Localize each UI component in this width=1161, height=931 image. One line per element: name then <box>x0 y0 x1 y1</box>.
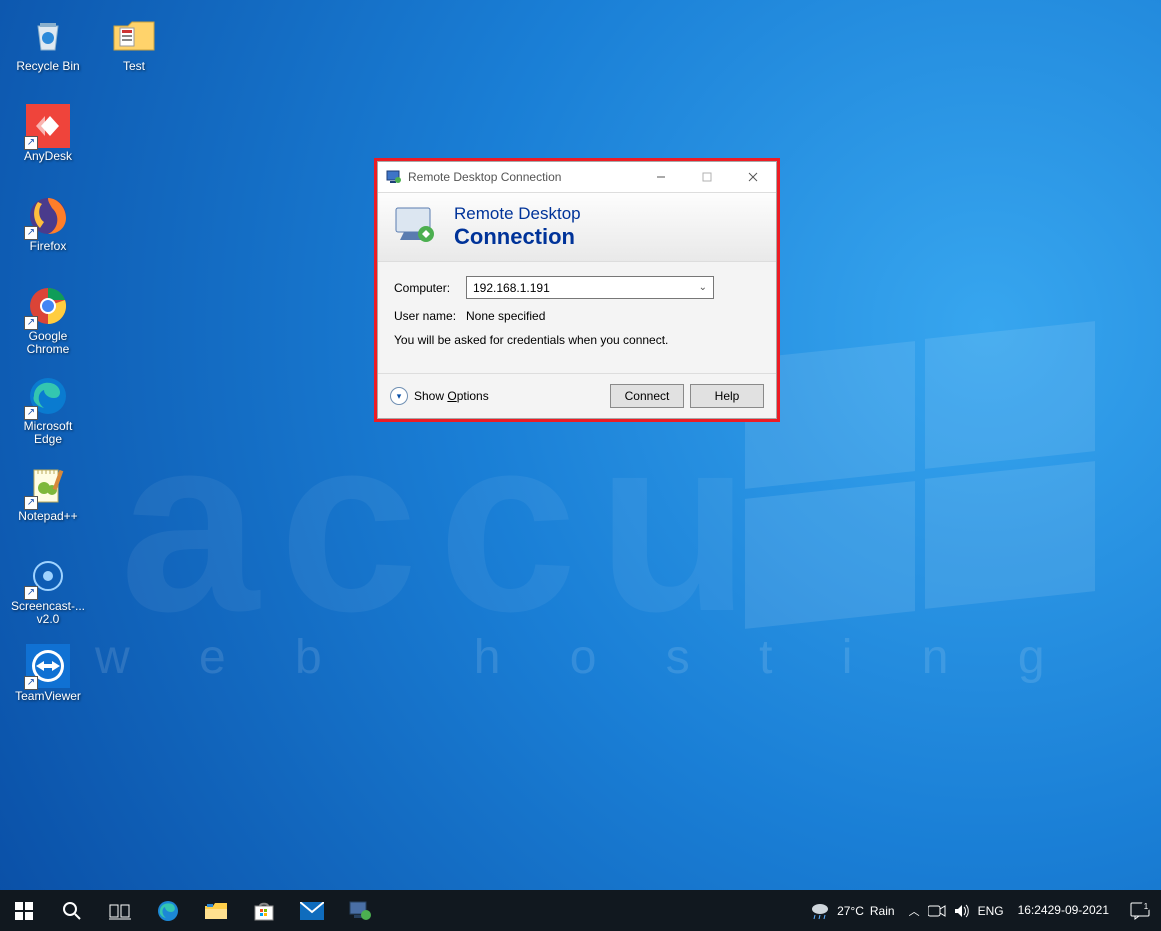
rdc-banner-line2: Connection <box>454 224 581 250</box>
taskbar-app-store[interactable] <box>240 890 288 931</box>
computer-value: 192.168.1.191 <box>473 281 550 295</box>
taskbar-app-edge[interactable] <box>144 890 192 931</box>
desktop-icon-chrome[interactable]: ↗ Google Chrome <box>10 284 86 368</box>
clock-time: 16:24 <box>1018 904 1048 918</box>
clock-date: 29-09-2021 <box>1048 904 1109 918</box>
desktop-icon-test-folder[interactable]: Test <box>96 14 172 98</box>
credentials-hint: You will be asked for credentials when y… <box>394 333 760 347</box>
desktop-icon-label: AnyDesk <box>24 150 72 163</box>
teamviewer-icon: ↗ <box>26 644 70 688</box>
watermark-line: w e b h o s t i n g <box>95 630 1073 685</box>
computer-label: Computer: <box>394 281 458 295</box>
desktop-icon-recycle-bin[interactable]: Recycle Bin <box>10 14 86 98</box>
desktop-icon-edge[interactable]: ↗ Microsoft Edge <box>10 374 86 458</box>
tray-overflow-button[interactable]: ︿ <box>909 903 920 919</box>
svg-text:1: 1 <box>1144 902 1149 911</box>
folder-icon <box>112 14 156 58</box>
desktop-background[interactable]: accu w e b h o s t i n g Recycle Bin ↗ A… <box>0 0 1161 931</box>
language-indicator[interactable]: ENG <box>978 904 1004 918</box>
desktop-icons-column: Recycle Bin ↗ AnyDesk ↗ Firefox ↗ Google… <box>10 14 86 734</box>
desktop-icon-label: Screencast-... v2.0 <box>10 600 86 626</box>
weather-temp: 27°C <box>837 904 864 918</box>
firefox-icon: ↗ <box>26 194 70 238</box>
shortcut-arrow-icon: ↗ <box>24 676 38 690</box>
rdc-banner-icon <box>392 204 440 251</box>
edge-icon: ↗ <box>26 374 70 418</box>
rdc-banner: Remote Desktop Connection <box>378 192 776 262</box>
username-label: User name: <box>394 309 458 323</box>
chevron-down-icon: ▾ <box>390 387 408 405</box>
start-button[interactable] <box>0 890 48 931</box>
anydesk-icon: ↗ <box>26 104 70 148</box>
rdc-title-text: Remote Desktop Connection <box>408 170 638 184</box>
clock[interactable]: 16:24 29-09-2021 <box>1018 904 1109 918</box>
maximize-button[interactable] <box>684 162 730 192</box>
username-value: None specified <box>466 309 545 323</box>
weather-icon <box>809 902 831 920</box>
show-options-toggle[interactable]: ▾ Show Options <box>390 387 489 405</box>
taskbar-app-rdc[interactable] <box>336 890 384 931</box>
help-button[interactable]: Help <box>690 384 764 408</box>
task-view-button[interactable] <box>96 890 144 931</box>
desktop-icon-label: Notepad++ <box>18 510 77 523</box>
desktop-icon-label: Google Chrome <box>10 330 86 356</box>
shortcut-arrow-icon: ↗ <box>24 586 38 600</box>
shortcut-arrow-icon: ↗ <box>24 406 38 420</box>
desktop-icon-label: Test <box>123 60 145 73</box>
desktop-icon-notepadpp[interactable]: ↗ Notepad++ <box>10 464 86 548</box>
desktop-icon-screencast[interactable]: ↗ Screencast-... v2.0 <box>10 554 86 638</box>
desktop-icon-anydesk[interactable]: ↗ AnyDesk <box>10 104 86 188</box>
action-center-button[interactable]: 1 <box>1123 890 1157 931</box>
screencast-icon: ↗ <box>26 554 70 598</box>
chrome-icon: ↗ <box>26 284 70 328</box>
desktop-icon-label: Firefox <box>30 240 67 253</box>
rdc-window[interactable]: Remote Desktop Connection Remote Desktop <box>377 161 777 419</box>
volume-icon[interactable] <box>954 904 970 918</box>
chevron-down-icon: ⌄ <box>699 282 707 293</box>
show-options-label: Show Options <box>414 389 489 403</box>
rdc-app-icon <box>386 169 402 185</box>
notepadpp-icon: ↗ <box>26 464 70 508</box>
shortcut-arrow-icon: ↗ <box>24 496 38 510</box>
shortcut-arrow-icon: ↗ <box>24 226 38 240</box>
search-button[interactable] <box>48 890 96 931</box>
taskbar-app-mail[interactable] <box>288 890 336 931</box>
rdc-highlight-box: Remote Desktop Connection Remote Desktop <box>374 158 780 422</box>
minimize-button[interactable] <box>638 162 684 192</box>
connect-button[interactable]: Connect <box>610 384 684 408</box>
rdc-title-bar[interactable]: Remote Desktop Connection <box>378 162 776 192</box>
shortcut-arrow-icon: ↗ <box>24 316 38 330</box>
meet-now-icon[interactable] <box>928 904 946 918</box>
desktop-icon-label: Recycle Bin <box>16 60 79 73</box>
watermark-big: accu <box>120 380 770 667</box>
desktop-icon-teamviewer[interactable]: ↗ TeamViewer <box>10 644 86 728</box>
weather-widget[interactable]: 27°C Rain <box>809 902 895 920</box>
shortcut-arrow-icon: ↗ <box>24 136 38 150</box>
desktop-icon-label: Microsoft Edge <box>10 420 86 446</box>
taskbar[interactable]: 27°C Rain ︿ ENG 16:24 29-09-2021 1 <box>0 890 1161 931</box>
rdc-banner-line1: Remote Desktop <box>454 204 581 224</box>
recycle-bin-icon <box>26 14 70 58</box>
desktop-icon-label: TeamViewer <box>15 690 81 703</box>
computer-combobox[interactable]: 192.168.1.191 ⌄ <box>466 276 714 299</box>
taskbar-app-explorer[interactable] <box>192 890 240 931</box>
weather-text: Rain <box>870 904 895 918</box>
system-tray: 27°C Rain ︿ ENG 16:24 29-09-2021 1 <box>809 890 1161 931</box>
close-button[interactable] <box>730 162 776 192</box>
desktop-icon-firefox[interactable]: ↗ Firefox <box>10 194 86 278</box>
